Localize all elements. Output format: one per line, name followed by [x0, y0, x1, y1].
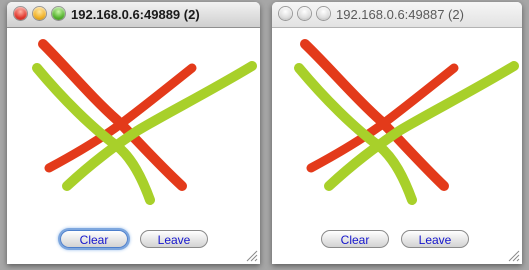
- desktop: 192.168.0.6:49889 (2) Clear Leave 192.16…: [0, 0, 529, 270]
- resize-grip-icon[interactable]: [246, 250, 258, 262]
- window-titlebar[interactable]: 192.168.0.6:49889 (2): [7, 2, 260, 28]
- clear-button[interactable]: Clear: [321, 230, 389, 248]
- green-stroke: [32, 61, 257, 205]
- window-left: 192.168.0.6:49889 (2) Clear Leave: [7, 2, 260, 264]
- window-title: 192.168.0.6:49887 (2): [336, 7, 464, 22]
- zoom-icon[interactable]: [317, 7, 330, 20]
- close-icon[interactable]: [14, 7, 27, 20]
- green-stroke: [294, 61, 519, 205]
- window-right: 192.168.0.6:49887 (2) Clear Leave: [272, 2, 522, 264]
- window-controls: [14, 7, 65, 20]
- leave-button[interactable]: Leave: [401, 230, 469, 248]
- window-controls: [279, 7, 330, 20]
- close-icon[interactable]: [279, 7, 292, 20]
- minimize-icon[interactable]: [298, 7, 311, 20]
- resize-grip-icon[interactable]: [508, 250, 520, 262]
- window-titlebar[interactable]: 192.168.0.6:49887 (2): [272, 2, 522, 28]
- zoom-icon[interactable]: [52, 7, 65, 20]
- window-title: 192.168.0.6:49889 (2): [71, 7, 200, 22]
- minimize-icon[interactable]: [33, 7, 46, 20]
- clear-button[interactable]: Clear: [60, 230, 128, 248]
- drawing-canvas[interactable]: [7, 28, 260, 223]
- drawing-canvas[interactable]: [272, 28, 522, 223]
- leave-button[interactable]: Leave: [140, 230, 208, 248]
